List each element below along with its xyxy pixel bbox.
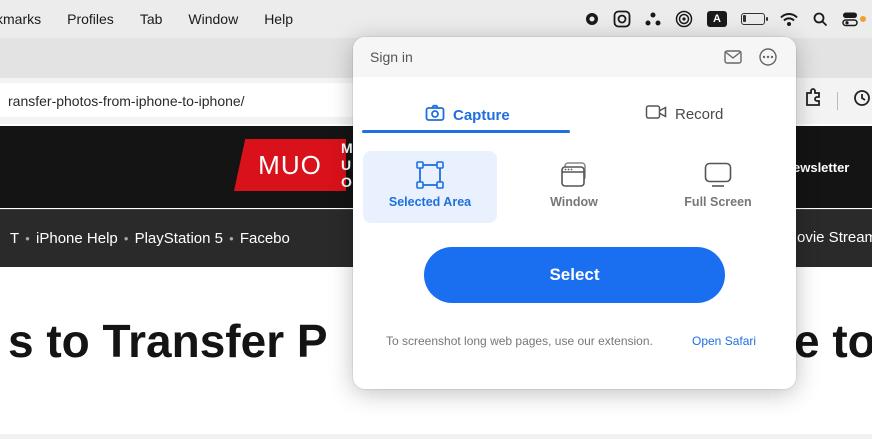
mode-selected-area-label: Selected Area bbox=[388, 195, 472, 209]
selection-area-icon bbox=[416, 161, 444, 189]
video-icon bbox=[645, 104, 667, 124]
sign-in-link[interactable]: Sign in bbox=[370, 49, 413, 65]
screenshot-app-icon[interactable] bbox=[613, 10, 631, 28]
toolbar-right bbox=[803, 88, 872, 113]
site-logo[interactable]: MUO bbox=[234, 139, 346, 191]
menu-bar: kmarks Profiles Tab Window Help A bbox=[0, 0, 872, 38]
site-logo-side: M U O bbox=[341, 140, 353, 190]
select-button[interactable]: Select bbox=[424, 247, 725, 303]
divider bbox=[0, 434, 872, 439]
newsletter-link[interactable]: ewsletter bbox=[793, 160, 849, 175]
tab-record-label: Record bbox=[675, 105, 724, 123]
control-center-icon[interactable] bbox=[842, 11, 858, 27]
open-safari-link[interactable]: Open Safari bbox=[692, 334, 756, 348]
capture-modes: Selected Area Window Full Screen bbox=[363, 151, 783, 223]
history-icon[interactable] bbox=[852, 88, 872, 113]
mode-full-screen-label: Full Screen bbox=[684, 195, 752, 209]
article-headline-end: e to bbox=[794, 315, 872, 367]
url-text[interactable]: ransfer-photos-from-iphone-to-iphone/ bbox=[8, 93, 245, 109]
tab-capture[interactable]: Capture bbox=[425, 104, 510, 126]
mode-window-label: Window bbox=[550, 195, 598, 209]
input-source-icon[interactable]: A bbox=[707, 11, 727, 27]
menu-window[interactable]: Window bbox=[175, 11, 251, 27]
mode-window[interactable]: Window bbox=[507, 151, 641, 223]
menu-help[interactable]: Help bbox=[251, 11, 306, 27]
airdrop-icon[interactable] bbox=[675, 10, 693, 28]
extension-hint: To screenshot long web pages, use our ex… bbox=[386, 334, 653, 348]
camera-icon bbox=[425, 104, 445, 126]
status-area: A bbox=[585, 0, 872, 38]
mode-selected-area[interactable]: Selected Area bbox=[363, 151, 497, 223]
menu-bookmarks[interactable]: kmarks bbox=[0, 11, 54, 27]
nav-link-playstation[interactable]: PlayStation 5 bbox=[129, 230, 229, 247]
tab-record[interactable]: Record bbox=[645, 104, 723, 124]
nav-link-chatgpt[interactable]: T bbox=[4, 230, 25, 247]
display-icon bbox=[704, 162, 732, 187]
tab-capture-label: Capture bbox=[453, 106, 510, 124]
screenshot-popover: Sign in Capture Record Selected Area Win… bbox=[353, 37, 796, 389]
menu-tab[interactable]: Tab bbox=[127, 11, 176, 27]
spotlight-icon[interactable] bbox=[813, 12, 828, 27]
battery-icon[interactable] bbox=[741, 13, 768, 25]
mode-full-screen[interactable]: Full Screen bbox=[651, 151, 785, 223]
active-tab-indicator bbox=[362, 130, 570, 133]
toolbar-divider bbox=[837, 91, 838, 110]
extensions-icon[interactable] bbox=[803, 88, 823, 113]
wifi-icon[interactable] bbox=[779, 12, 799, 27]
nav-link-facebook[interactable]: Facebo bbox=[234, 230, 296, 247]
nav-link-iphone-help[interactable]: iPhone Help bbox=[30, 230, 124, 247]
record-icon[interactable] bbox=[585, 12, 599, 26]
mail-icon[interactable] bbox=[723, 47, 743, 67]
window-icon bbox=[561, 162, 586, 187]
menu-profiles[interactable]: Profiles bbox=[54, 11, 127, 27]
article-headline: s to Transfer P bbox=[8, 315, 328, 367]
privacy-indicator-icon bbox=[860, 16, 866, 22]
nav-link-movie-streaming[interactable]: ovie Stream bbox=[797, 229, 872, 246]
popover-header: Sign in bbox=[353, 37, 796, 77]
more-icon[interactable] bbox=[758, 47, 778, 67]
dots-icon[interactable] bbox=[645, 12, 661, 26]
